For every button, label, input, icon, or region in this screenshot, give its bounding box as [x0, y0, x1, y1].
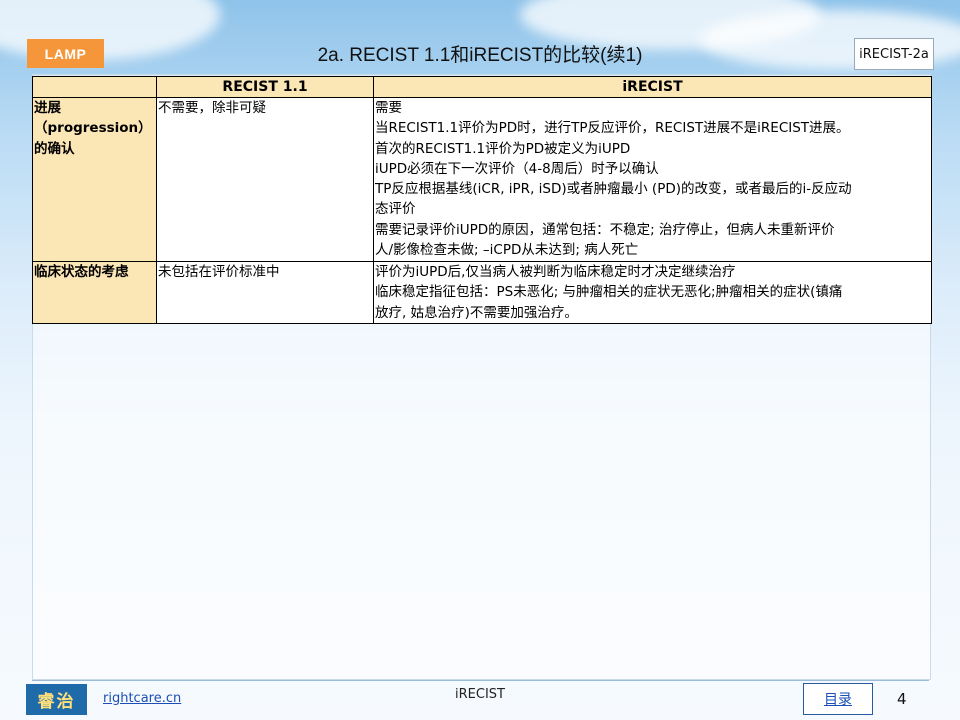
irecist-cell-line: 评价为iUPD后,仅当病人被判断为临床稳定时才决定继续治疗: [375, 264, 736, 280]
irecist-cell-line: 首次的RECIST1.1评价为PD被定义为iUPD: [375, 140, 631, 157]
irecist-cell: 评价为iUPD后,仅当病人被判断为临床稳定时才决定继续治疗 临床稳定指征包括：P…: [373, 261, 932, 324]
irecist-cell: 需要 当RECIST1.1评价为PD时，进行TP反应评价，RECIST进展不是i…: [373, 97, 932, 262]
column-header-irecist: iRECIST: [373, 76, 932, 98]
row-header-line: 的确认: [34, 140, 75, 157]
toc-button[interactable]: 目录: [803, 683, 873, 715]
slide-title: 2a. RECIST 1.1和iRECIST的比较(续1): [317, 45, 643, 66]
irecist-cell-line: 态评价: [375, 201, 416, 218]
slide-tag: iRECIST-2a: [854, 38, 934, 70]
irecist-cell-line: 人/影像检查未做; –iCPD从未达到; 病人死亡: [375, 242, 639, 259]
table-row: 临床状态的考虑 未包括在评价标准中 评价为iUPD后,仅当病人被判断为临床稳定时…: [32, 261, 932, 324]
column-header-empty: [32, 76, 157, 98]
recist-cell: 未包括在评价标准中: [156, 261, 374, 324]
column-header-recist: RECIST 1.1: [156, 76, 374, 98]
row-header-line: 临床状态的考虑: [34, 264, 129, 280]
irecist-cell-line: iUPD必须在下一次评价（4-8周后）时予以确认: [375, 160, 659, 177]
rightcare-logo: 睿治: [26, 684, 87, 715]
irecist-cell-line: 当RECIST1.1评价为PD时，进行TP反应评价，RECIST进展不是iREC…: [375, 120, 850, 137]
row-header-clinical-status: 临床状态的考虑: [32, 261, 157, 324]
comparison-table: RECIST 1.1 iRECIST 进展 （progression） 的确认 …: [32, 76, 932, 324]
row-header-progression: 进展 （progression） 的确认: [32, 97, 157, 262]
lamp-badge: LAMP: [27, 39, 104, 68]
site-link[interactable]: rightcare.cn: [103, 691, 181, 706]
irecist-cell-line: TP反应根据基线(iCR, iPR, iSD)或者肿瘤最小 (PD)的改变，或者…: [375, 181, 852, 198]
irecist-cell-line: 需要记录评价iUPD的原因，通常包括：不稳定; 治疗停止，但病人未重新评价: [375, 221, 835, 238]
irecist-cell-line: 临床稳定指征包括：PS未恶化; 与肿瘤相关的症状无恶化;肿瘤相关的症状(镇痛: [375, 284, 843, 301]
recist-cell: 不需要，除非可疑: [156, 97, 374, 262]
irecist-cell-line: 需要: [375, 100, 402, 116]
row-header-line: （progression）: [34, 120, 152, 137]
footer-divider: [32, 680, 929, 681]
page-number: 4: [897, 690, 907, 708]
table-header-row: RECIST 1.1 iRECIST: [32, 76, 932, 98]
row-header-line: 进展: [34, 100, 61, 116]
irecist-cell-line: 放疗, 姑息治疗)不需要加强治疗。: [375, 304, 578, 321]
footer-title: iRECIST: [455, 687, 505, 702]
table-row: 进展 （progression） 的确认 不需要，除非可疑 需要 当RECIST…: [32, 97, 932, 262]
